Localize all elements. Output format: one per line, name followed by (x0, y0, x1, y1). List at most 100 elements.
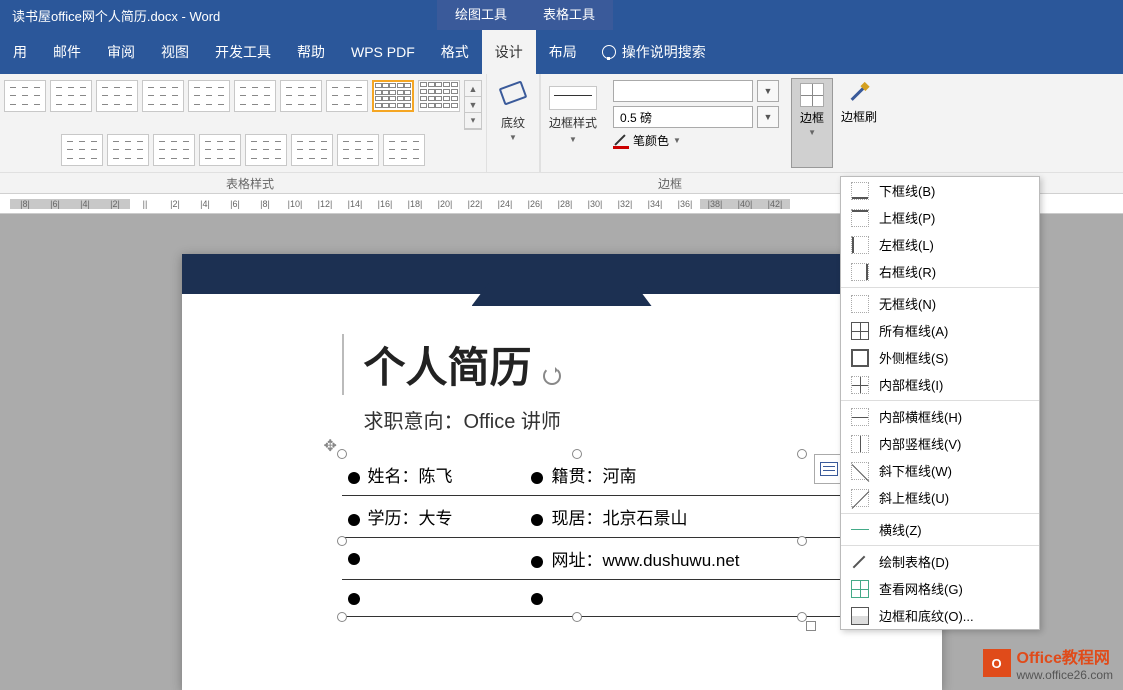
right-border-icon (851, 263, 869, 281)
tab-mailings[interactable]: 邮件 (40, 30, 94, 74)
gallery-down-arrow[interactable]: ▼ (465, 97, 481, 113)
tab-design[interactable]: 设计 (482, 30, 536, 74)
menu-item-outside-borders[interactable]: 外侧框线(S) (841, 344, 1039, 371)
table-styles-gallery[interactable]: ▲ ▼ ▾ (0, 74, 487, 172)
menu-item-right-border[interactable]: 右框线(R) (841, 258, 1039, 285)
menu-item-view-gridlines[interactable]: 查看网格线(G) (841, 575, 1039, 602)
chevron-down-icon: ▼ (509, 133, 517, 142)
border-painter-label: 边框刷 (841, 108, 877, 125)
resume-title[interactable]: 个人简历 (342, 334, 802, 395)
menu-item-diag-up-border[interactable]: 斜上框线(U) (841, 484, 1039, 511)
table-style-option[interactable] (96, 80, 138, 112)
table-style-selected[interactable] (372, 80, 414, 112)
resume-subtitle[interactable]: 求职意向：Office 讲师 (364, 405, 802, 434)
outside-border-icon (851, 349, 869, 367)
borders-label: 边框 (800, 109, 824, 126)
tab-developer[interactable]: 开发工具 (202, 30, 284, 74)
selection-handle[interactable] (337, 449, 347, 459)
table-style-option[interactable] (107, 134, 149, 166)
selection-handle[interactable] (572, 449, 582, 459)
table-style-option[interactable] (153, 134, 195, 166)
menu-item-diag-down-border[interactable]: 斜下框线(W) (841, 457, 1039, 484)
bottom-border-icon (851, 182, 869, 200)
top-border-icon (851, 209, 869, 227)
table-style-option[interactable] (383, 134, 425, 166)
selection-handle[interactable] (337, 536, 347, 546)
tab-format[interactable]: 格式 (428, 30, 482, 74)
tab-layout[interactable]: 布局 (536, 30, 590, 74)
page: 个人简历 求职意向：Office 讲师 ✥ 姓名：陈飞籍贯：河 (182, 254, 942, 690)
group-label-table-styles: 表格样式 (0, 173, 500, 194)
border-painter-button[interactable]: 边框刷 (833, 78, 885, 168)
gallery-more-arrow[interactable]: ▾ (465, 113, 481, 129)
menu-item-left-border[interactable]: 左框线(L) (841, 231, 1039, 258)
tab-wps-pdf[interactable]: WPS PDF (338, 30, 428, 74)
group-label-borders: 边框 (500, 173, 840, 194)
menu-item-top-border[interactable]: 上框线(P) (841, 204, 1039, 231)
resume-table[interactable]: 姓名：陈飞籍贯：河南学历：大专现居：北京石景山网址：www.dushuwu.ne… (342, 454, 872, 617)
chevron-down-icon[interactable]: ▼ (757, 80, 779, 102)
selection-handle[interactable] (572, 612, 582, 622)
shading-button[interactable]: 底纹 ▼ (487, 74, 540, 172)
menu-item-inside-h-border[interactable]: 内部横框线(H) (841, 403, 1039, 430)
table-style-option[interactable] (142, 80, 184, 112)
menu-item-all-borders[interactable]: 所有框线(A) (841, 317, 1039, 344)
table-style-option[interactable] (199, 134, 241, 166)
diag-up-icon (851, 489, 869, 507)
rotate-handle-icon[interactable] (543, 367, 561, 385)
layout-icon (820, 462, 838, 476)
tab-review[interactable]: 审阅 (94, 30, 148, 74)
chevron-down-icon[interactable]: ▼ (757, 106, 779, 128)
table-selection: ✥ 姓名：陈飞籍贯：河南学历：大专现居：北京石景山网址：www.dushuwu.… (342, 454, 802, 617)
pen-icon (613, 133, 629, 149)
menu-item-bottom-border[interactable]: 下框线(B) (841, 177, 1039, 204)
table-resize-handle[interactable] (806, 621, 816, 631)
menu-item-horizontal-line[interactable]: 横线(Z) (841, 516, 1039, 543)
table-style-option[interactable] (418, 80, 460, 112)
menu-item-no-border[interactable]: 无框线(N) (841, 290, 1039, 317)
line-style-dropdown[interactable] (613, 80, 753, 102)
tab-view[interactable]: 视图 (148, 30, 202, 74)
table-row[interactable]: 学历：大专现居：北京石景山 (342, 496, 872, 538)
table-style-option[interactable] (291, 134, 333, 166)
line-weight-dropdown[interactable]: 0.5 磅 (613, 106, 753, 128)
table-style-option[interactable] (4, 80, 46, 112)
selection-handle[interactable] (797, 449, 807, 459)
table-row[interactable]: 网址：www.dushuwu.net (342, 538, 872, 580)
menu-item-draw-table[interactable]: 绘制表格(D) (841, 548, 1039, 575)
table-style-option[interactable] (337, 134, 379, 166)
menu-item-inside-v-border[interactable]: 内部竖框线(V) (841, 430, 1039, 457)
hline-icon (851, 521, 869, 539)
pen-color-button[interactable]: 笔颜色 ▼ (613, 132, 779, 149)
table-style-option[interactable] (326, 80, 368, 112)
chevron-down-icon: ▼ (673, 136, 681, 145)
table-tools-tab-header: 表格工具 (525, 0, 613, 30)
tab-references-partial[interactable]: 用 (0, 30, 40, 74)
border-style-preview (549, 86, 597, 110)
tell-me-search[interactable]: 操作说明搜索 (590, 42, 706, 62)
layout-options-button[interactable] (814, 454, 844, 484)
border-style-button[interactable]: 边框样式 ▼ (541, 74, 605, 172)
left-border-icon (851, 236, 869, 254)
selection-handle[interactable] (337, 612, 347, 622)
watermark-title: Office教程网 (1017, 644, 1114, 668)
table-style-option[interactable] (280, 80, 322, 112)
table-style-option[interactable] (188, 80, 230, 112)
menu-item-inside-borders[interactable]: 内部框线(I) (841, 371, 1039, 398)
table-style-option[interactable] (234, 80, 276, 112)
gallery-up-arrow[interactable]: ▲ (465, 81, 481, 97)
table-style-option[interactable] (61, 134, 103, 166)
table-style-option[interactable] (245, 134, 287, 166)
document-title: 读书屋office网个人简历.docx - Word (12, 6, 220, 25)
table-row[interactable] (342, 580, 872, 617)
ribbon-tabs: 用 邮件 审阅 视图 开发工具 帮助 WPS PDF 格式 设计 布局 操作说明… (0, 30, 1123, 74)
contextual-tabs: 绘图工具 表格工具 (437, 0, 613, 30)
borders-split-button[interactable]: 边框 ▼ (791, 78, 833, 168)
menu-item-borders-and-shading[interactable]: 边框和底纹(O)... (841, 602, 1039, 629)
table-move-handle-icon[interactable]: ✥ (324, 436, 337, 456)
table-row[interactable]: 姓名：陈飞籍贯：河南 (342, 454, 872, 496)
selection-handle[interactable] (797, 536, 807, 546)
tab-help[interactable]: 帮助 (284, 30, 338, 74)
table-style-option[interactable] (50, 80, 92, 112)
borders-dropdown-menu: 下框线(B) 上框线(P) 左框线(L) 右框线(R) 无框线(N) 所有框线(… (840, 176, 1040, 630)
